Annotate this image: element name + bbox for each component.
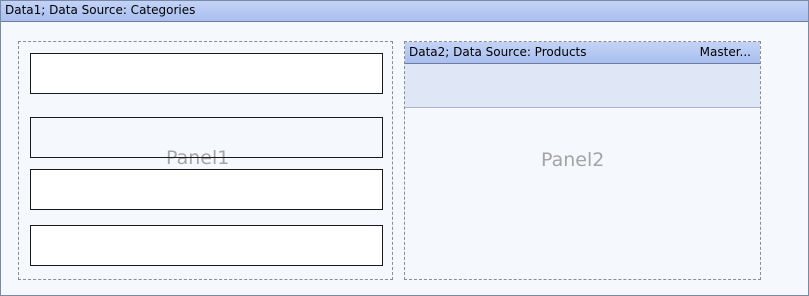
data-band-header[interactable]: Data1; Data Source: Categories: [1, 1, 808, 22]
panel2[interactable]: Data2; Data Source: Products Master... P…: [404, 41, 761, 280]
detail-band-title: Data2; Data Source: Products: [409, 45, 587, 59]
text-field-3[interactable]: [30, 169, 383, 210]
master-link[interactable]: Master...: [700, 45, 751, 59]
text-field-2[interactable]: [30, 117, 383, 158]
data-band-categories[interactable]: Data1; Data Source: Categories Panel1 Da…: [0, 0, 809, 296]
panel1[interactable]: Panel1: [18, 41, 393, 280]
detail-band-header[interactable]: Data2; Data Source: Products Master...: [405, 42, 760, 64]
panel2-label: Panel2: [541, 149, 605, 171]
text-field-4[interactable]: [30, 225, 383, 266]
data-band-title: Data1; Data Source: Categories: [5, 3, 196, 17]
text-field-1[interactable]: [30, 53, 383, 94]
detail-band-body[interactable]: [405, 64, 760, 108]
